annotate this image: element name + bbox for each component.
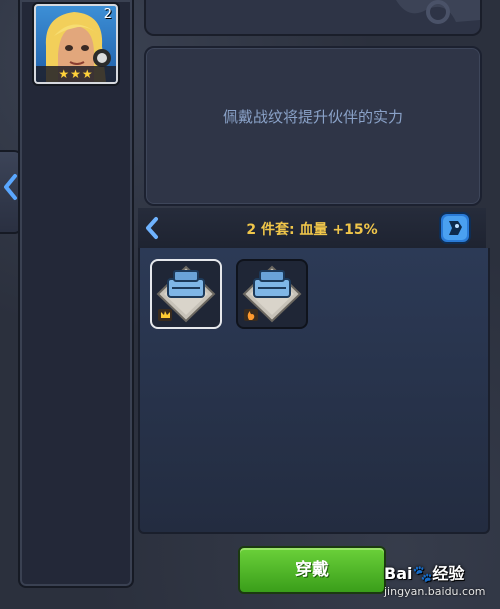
rune-slot-2[interactable]: [236, 259, 308, 329]
set-bonus-bar: 2 件套: 血量 +15%: [138, 208, 486, 248]
set-bonus-label: 2 件套: 血量 +15%: [246, 222, 378, 238]
stone-emblem-decoration: [396, 0, 480, 24]
rune-diamond-icon: [242, 265, 302, 323]
hero-level-badge: 2: [103, 7, 112, 22]
rune-slots-area: [138, 248, 490, 534]
hero-portrait-card[interactable]: 2 ★★★: [34, 4, 118, 84]
info-message: 佩戴战纹将提升伙伴的实力: [222, 108, 403, 126]
equip-button[interactable]: 穿戴: [238, 546, 386, 594]
top-panel-strip: [144, 0, 482, 36]
rune-slot-1[interactable]: [150, 259, 222, 329]
watermark-site: jingyan.baidu.com: [384, 585, 486, 598]
rune-diamond-icon: [156, 265, 216, 323]
info-panel: 佩戴战纹将提升伙伴的实力: [144, 46, 482, 206]
watermark-logo: Bai🐾经验: [384, 564, 465, 583]
hero-list-rail: [18, 0, 134, 588]
hero-star-rating: ★★★: [36, 66, 116, 82]
rune-set-emblem-icon[interactable]: [438, 211, 472, 245]
